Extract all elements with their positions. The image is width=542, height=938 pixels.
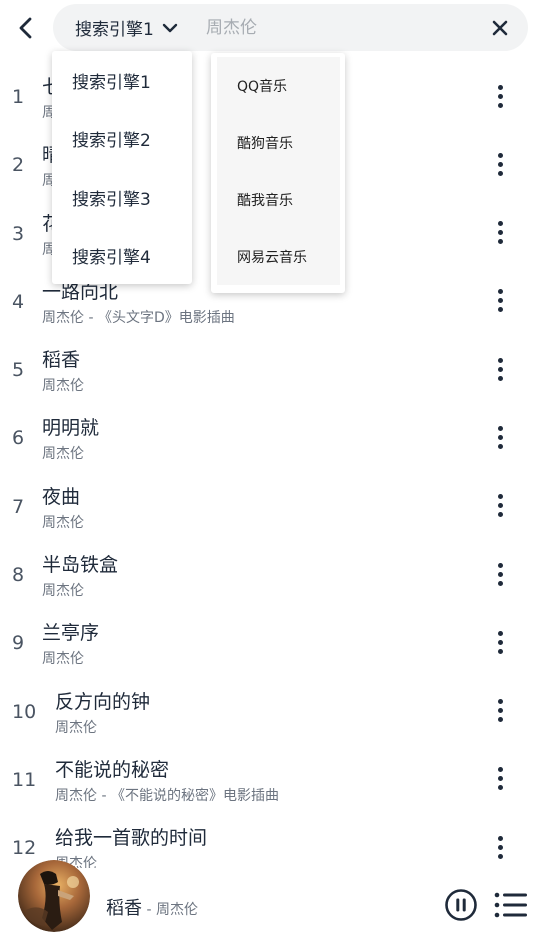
- mini-player[interactable]: 稻香 - 周杰伦: [0, 860, 542, 938]
- song-row[interactable]: 8 半岛铁盒 周杰伦: [0, 540, 542, 608]
- now-playing-artist: - 周杰伦: [142, 902, 198, 918]
- more-button[interactable]: [488, 558, 512, 590]
- song-number: 7: [12, 495, 25, 518]
- song-subtitle: 周杰伦: [55, 719, 97, 736]
- source-menu-panel: QQ音乐 酷狗音乐 酷我音乐 网易云音乐: [217, 57, 340, 285]
- song-row[interactable]: 11 不能说的秘密 周杰伦 - 《不能说的秘密》电影插曲: [0, 745, 542, 813]
- pause-button[interactable]: [444, 888, 478, 922]
- clear-button[interactable]: [486, 14, 514, 42]
- menu-item-engine-2[interactable]: 搜索引擎2: [52, 110, 192, 169]
- more-button[interactable]: [488, 217, 512, 249]
- album-cover[interactable]: [18, 860, 90, 932]
- song-row[interactable]: 5 稻香 周杰伦: [0, 335, 542, 403]
- search-bar: 搜索引擎1: [53, 4, 528, 51]
- more-button[interactable]: [488, 626, 512, 658]
- chevron-left-icon: [19, 17, 32, 39]
- song-number: 11: [12, 768, 37, 791]
- pause-circle-icon: [445, 889, 477, 921]
- song-number: 6: [12, 427, 25, 450]
- engine-dropdown-menu: 搜索引擎1 搜索引擎2 搜索引擎3 搜索引擎4: [52, 51, 192, 284]
- more-button[interactable]: [488, 763, 512, 795]
- now-playing-title: 稻香: [106, 898, 142, 919]
- more-vertical-icon: [497, 357, 503, 363]
- song-subtitle: 周杰伦: [42, 446, 84, 463]
- back-button[interactable]: [10, 12, 42, 44]
- more-vertical-icon: [497, 152, 503, 158]
- more-vertical-icon: [497, 494, 503, 500]
- song-title: 半岛铁盒: [42, 554, 119, 577]
- song-number: 1: [12, 86, 25, 108]
- more-button[interactable]: [488, 80, 512, 112]
- more-vertical-icon: [497, 767, 503, 773]
- album-art-image: [18, 860, 90, 932]
- song-number: 2: [12, 154, 25, 177]
- song-number: 5: [12, 359, 25, 382]
- song-number: 12: [12, 837, 37, 860]
- song-title: 兰亭序: [42, 622, 100, 645]
- playlist-icon: [494, 892, 527, 918]
- more-vertical-icon: [497, 221, 503, 227]
- more-button[interactable]: [488, 490, 512, 522]
- more-vertical-icon: [497, 630, 503, 636]
- more-button[interactable]: [488, 695, 512, 727]
- song-number: 3: [12, 222, 25, 245]
- more-button[interactable]: [488, 353, 512, 385]
- menu-item-kugou-music[interactable]: 酷狗音乐: [217, 114, 340, 171]
- song-subtitle: 周杰伦 - 《不能说的秘密》电影插曲: [55, 787, 279, 804]
- song-number: 4: [12, 290, 25, 313]
- song-subtitle: 周杰伦 - 《头文字D》电影插曲: [42, 309, 235, 326]
- chevron-down-icon: [162, 23, 178, 32]
- song-number: 10: [12, 700, 37, 723]
- song-title: 夜曲: [42, 485, 81, 508]
- song-title: 反方向的钟: [55, 690, 151, 713]
- song-title: 给我一首歌的时间: [55, 827, 208, 850]
- menu-item-engine-3[interactable]: 搜索引擎3: [52, 168, 192, 227]
- close-icon: [492, 20, 508, 36]
- song-row[interactable]: 9 兰亭序 周杰伦: [0, 608, 542, 676]
- more-vertical-icon: [497, 562, 503, 568]
- engine-select-label: 搜索引擎1: [75, 20, 154, 40]
- song-subtitle: 周杰伦: [42, 378, 84, 395]
- top-bar: 搜索引擎1: [0, 0, 542, 56]
- song-title: 明明就: [42, 417, 100, 440]
- playlist-button[interactable]: [494, 890, 528, 920]
- search-input[interactable]: [206, 4, 456, 51]
- song-subtitle: 周杰伦: [42, 651, 84, 668]
- more-vertical-icon: [497, 699, 503, 705]
- more-button[interactable]: [488, 148, 512, 180]
- menu-item-engine-4[interactable]: 搜索引擎4: [52, 227, 192, 286]
- now-playing-label[interactable]: 稻香 - 周杰伦: [106, 894, 198, 920]
- song-row[interactable]: 7 夜曲 周杰伦: [0, 472, 542, 540]
- song-number: 8: [12, 564, 25, 587]
- more-vertical-icon: [497, 84, 503, 90]
- source-dropdown-menu: QQ音乐 酷狗音乐 酷我音乐 网易云音乐: [211, 53, 345, 293]
- menu-item-kuwo-music[interactable]: 酷我音乐: [217, 171, 340, 228]
- song-title: 不能说的秘密: [55, 758, 170, 781]
- song-number: 9: [12, 632, 25, 655]
- more-button[interactable]: [488, 285, 512, 317]
- engine-select[interactable]: 搜索引擎1: [75, 4, 178, 51]
- song-row[interactable]: 10 反方向的钟 周杰伦: [0, 677, 542, 745]
- song-subtitle: 周杰伦: [42, 583, 84, 600]
- menu-item-engine-1[interactable]: 搜索引擎1: [52, 51, 192, 110]
- menu-item-qq-music[interactable]: QQ音乐: [217, 57, 340, 114]
- song-row[interactable]: 6 明明就 周杰伦: [0, 403, 542, 471]
- more-button[interactable]: [488, 831, 512, 863]
- song-title: 稻香: [42, 349, 81, 372]
- song-subtitle: 周杰伦: [42, 514, 84, 531]
- more-vertical-icon: [497, 289, 503, 295]
- more-vertical-icon: [497, 425, 503, 431]
- more-button[interactable]: [488, 421, 512, 453]
- more-vertical-icon: [497, 835, 503, 841]
- menu-item-netease-music[interactable]: 网易云音乐: [217, 228, 340, 285]
